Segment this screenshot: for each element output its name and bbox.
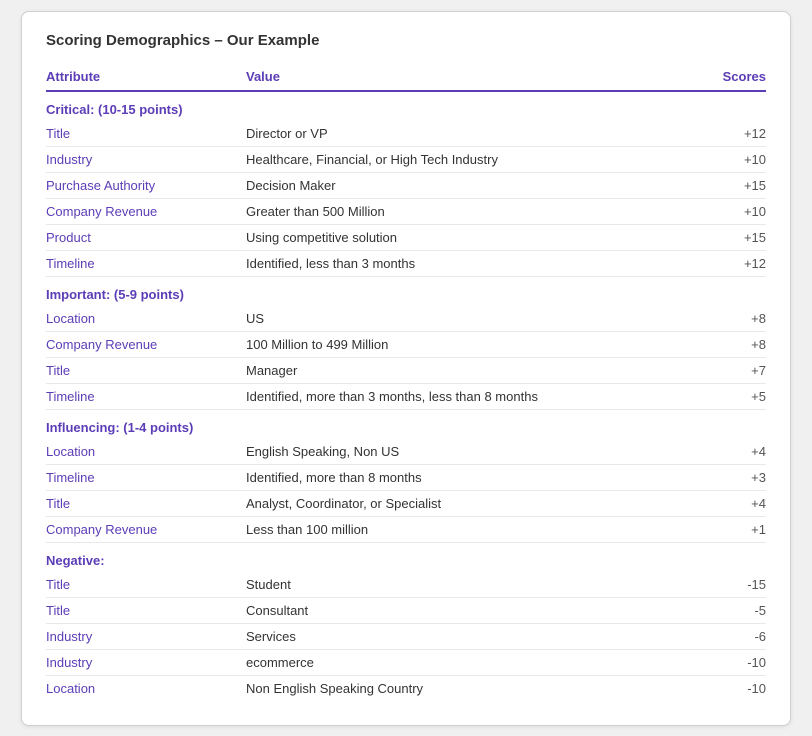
table-row: Industry Healthcare, Financial, or High … [46, 146, 766, 172]
value-cell: Healthcare, Financial, or High Tech Indu… [246, 146, 686, 172]
attribute-cell: Industry [46, 623, 246, 649]
value-cell: ecommerce [246, 649, 686, 675]
value-cell: 100 Million to 499 Million [246, 331, 686, 357]
value-cell: Director or VP [246, 121, 686, 147]
score-cell: +10 [686, 146, 766, 172]
attribute-cell: Industry [46, 146, 246, 172]
value-cell: Analyst, Coordinator, or Specialist [246, 490, 686, 516]
section-header: Important: (5-9 points) [46, 276, 766, 306]
attribute-cell: Purchase Authority [46, 172, 246, 198]
table-row: Title Student -15 [46, 572, 766, 598]
attribute-cell: Location [46, 439, 246, 465]
value-cell: Student [246, 572, 686, 598]
attribute-cell: Title [46, 490, 246, 516]
score-cell: +15 [686, 224, 766, 250]
table-row: Location Non English Speaking Country -1… [46, 675, 766, 701]
scoring-demographics-card: Scoring Demographics – Our Example Attri… [21, 11, 791, 726]
table-row: Company Revenue 100 Million to 499 Milli… [46, 331, 766, 357]
value-cell: English Speaking, Non US [246, 439, 686, 465]
score-cell: +8 [686, 306, 766, 332]
score-cell: +12 [686, 250, 766, 276]
table-row: Timeline Identified, more than 8 months … [46, 464, 766, 490]
score-cell: +15 [686, 172, 766, 198]
value-cell: Less than 100 million [246, 516, 686, 542]
section-header: Influencing: (1-4 points) [46, 409, 766, 439]
value-cell: Using competitive solution [246, 224, 686, 250]
attribute-cell: Company Revenue [46, 516, 246, 542]
table-row: Company Revenue Greater than 500 Million… [46, 198, 766, 224]
attribute-cell: Title [46, 357, 246, 383]
card-title: Scoring Demographics – Our Example [46, 32, 766, 49]
score-cell: -5 [686, 597, 766, 623]
table-row: Timeline Identified, less than 3 months … [46, 250, 766, 276]
attribute-cell: Location [46, 306, 246, 332]
table-row: Title Analyst, Coordinator, or Specialis… [46, 490, 766, 516]
score-cell: +8 [686, 331, 766, 357]
value-cell: Manager [246, 357, 686, 383]
value-cell: Identified, more than 8 months [246, 464, 686, 490]
score-cell: -10 [686, 649, 766, 675]
score-cell: +1 [686, 516, 766, 542]
score-cell: +3 [686, 464, 766, 490]
table-row: Title Manager +7 [46, 357, 766, 383]
header-scores: Scores [686, 65, 766, 91]
header-attribute: Attribute [46, 65, 246, 91]
table-row: Title Director or VP +12 [46, 121, 766, 147]
attribute-cell: Title [46, 121, 246, 147]
table-row: Company Revenue Less than 100 million +1 [46, 516, 766, 542]
score-cell: -15 [686, 572, 766, 598]
value-cell: Non English Speaking Country [246, 675, 686, 701]
table-row: Product Using competitive solution +15 [46, 224, 766, 250]
value-cell: Services [246, 623, 686, 649]
attribute-cell: Title [46, 572, 246, 598]
table-row: Industry ecommerce -10 [46, 649, 766, 675]
header-value: Value [246, 65, 686, 91]
attribute-cell: Industry [46, 649, 246, 675]
score-cell: +12 [686, 121, 766, 147]
score-cell: +4 [686, 439, 766, 465]
table-row: Purchase Authority Decision Maker +15 [46, 172, 766, 198]
attribute-cell: Timeline [46, 250, 246, 276]
score-cell: +5 [686, 383, 766, 409]
score-cell: +4 [686, 490, 766, 516]
attribute-cell: Title [46, 597, 246, 623]
table-row: Location US +8 [46, 306, 766, 332]
section-header: Negative: [46, 542, 766, 572]
value-cell: Identified, less than 3 months [246, 250, 686, 276]
value-cell: Consultant [246, 597, 686, 623]
table-row: Location English Speaking, Non US +4 [46, 439, 766, 465]
value-cell: Decision Maker [246, 172, 686, 198]
attribute-cell: Company Revenue [46, 198, 246, 224]
score-cell: -6 [686, 623, 766, 649]
attribute-cell: Timeline [46, 383, 246, 409]
table-row: Title Consultant -5 [46, 597, 766, 623]
attribute-cell: Timeline [46, 464, 246, 490]
score-cell: -10 [686, 675, 766, 701]
value-cell: Greater than 500 Million [246, 198, 686, 224]
scoring-table: Attribute Value Scores Critical: (10-15 … [46, 65, 766, 701]
attribute-cell: Company Revenue [46, 331, 246, 357]
section-header: Critical: (10-15 points) [46, 91, 766, 121]
score-cell: +7 [686, 357, 766, 383]
attribute-cell: Location [46, 675, 246, 701]
value-cell: Identified, more than 3 months, less tha… [246, 383, 686, 409]
attribute-cell: Product [46, 224, 246, 250]
table-row: Industry Services -6 [46, 623, 766, 649]
value-cell: US [246, 306, 686, 332]
table-row: Timeline Identified, more than 3 months,… [46, 383, 766, 409]
score-cell: +10 [686, 198, 766, 224]
